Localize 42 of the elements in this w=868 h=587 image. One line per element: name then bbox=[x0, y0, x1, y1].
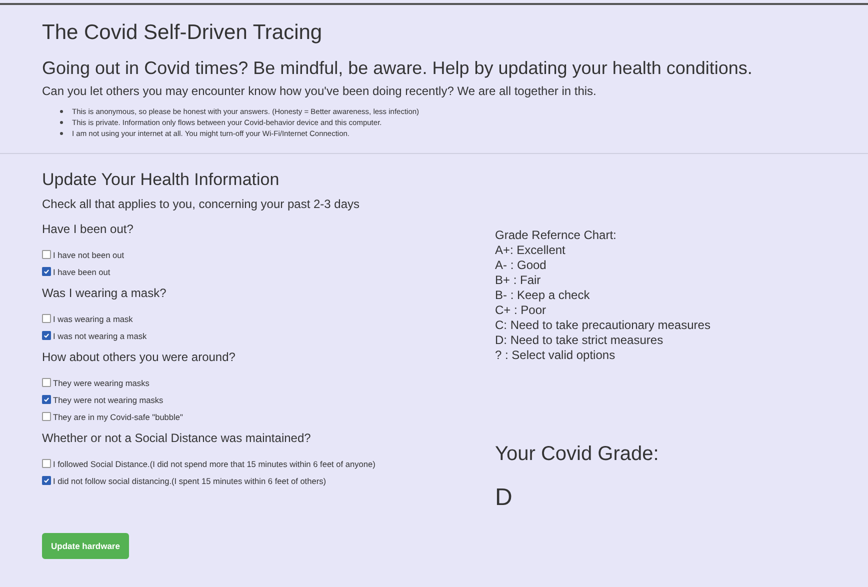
question-label: Whether or not a Social Distance was maintained? bbox=[42, 431, 312, 445]
checkbox[interactable] bbox=[42, 459, 51, 468]
bullet-icon bbox=[60, 132, 63, 135]
checkbox[interactable] bbox=[42, 314, 51, 323]
checkbox[interactable] bbox=[42, 331, 51, 340]
checkbox[interactable] bbox=[42, 250, 51, 259]
checkbox-label: They were wearing masks bbox=[53, 378, 150, 388]
bullet-icon bbox=[60, 121, 63, 124]
checkbox[interactable] bbox=[42, 412, 51, 421]
bullet-icon bbox=[60, 110, 63, 113]
checkbox-label: I have been out bbox=[53, 266, 110, 276]
section-heading: Update Your Health Information bbox=[42, 170, 280, 190]
checkbox-label: I was wearing a mask bbox=[53, 314, 133, 324]
checkbox-label: I followed Social Distance.(I did not spend more that 15 minutes within 6 feet of anyone) bbox=[53, 458, 376, 468]
grade-legend-item: C: Need to take precautionary measures bbox=[495, 318, 710, 333]
checkbox[interactable] bbox=[42, 395, 51, 404]
intro-text: Can you let others you may encounter know how you've been doing recently? We are all together in this. bbox=[42, 84, 598, 98]
page-subtitle: Going out in Covid times? Be mindful, be aware. Help by updating your health conditions. bbox=[42, 58, 754, 79]
grade-value: D bbox=[495, 484, 514, 512]
checkbox-label: I have not been out bbox=[53, 250, 124, 260]
checkbox[interactable] bbox=[42, 378, 51, 387]
question-label: Have I been out? bbox=[42, 222, 134, 236]
question-label: How about others you were around? bbox=[42, 350, 236, 364]
grade-legend-item: B- : Keep a check bbox=[495, 288, 591, 303]
grade-legend-item: C+ : Poor bbox=[495, 303, 548, 318]
grade-legend-item: A+: Excellent bbox=[495, 243, 566, 258]
question-label: Was I wearing a mask? bbox=[42, 286, 168, 300]
grade-legend-item: A- : Good bbox=[495, 258, 548, 273]
page-title: The Covid Self-Driven Tracing bbox=[42, 21, 324, 45]
checkbox-label: I did not follow social distancing.(I spent 15 minutes within 6 feet of others) bbox=[53, 476, 326, 486]
checkbox-label: They were not wearing masks bbox=[53, 394, 164, 404]
checkbox[interactable] bbox=[42, 476, 51, 485]
grade-legend-item: B+ : Fair bbox=[495, 273, 542, 288]
chart-title: Grade Refernce Chart: bbox=[495, 228, 618, 243]
grade-legend-item: D: Need to take strict measures bbox=[495, 333, 664, 348]
grade-legend-item: ? : Select valid options bbox=[495, 348, 616, 363]
checkbox-label: They are in my Covid-safe "bubble" bbox=[53, 412, 183, 422]
checkbox[interactable] bbox=[42, 267, 51, 276]
grade-heading: Your Covid Grade: bbox=[495, 443, 660, 466]
update-hardware-button[interactable]: Update hardware bbox=[42, 533, 129, 559]
instruction-text: Check all that applies to you, concerning your past 2-3 days bbox=[42, 197, 361, 211]
checkbox-label: I was not wearing a mask bbox=[53, 330, 147, 340]
